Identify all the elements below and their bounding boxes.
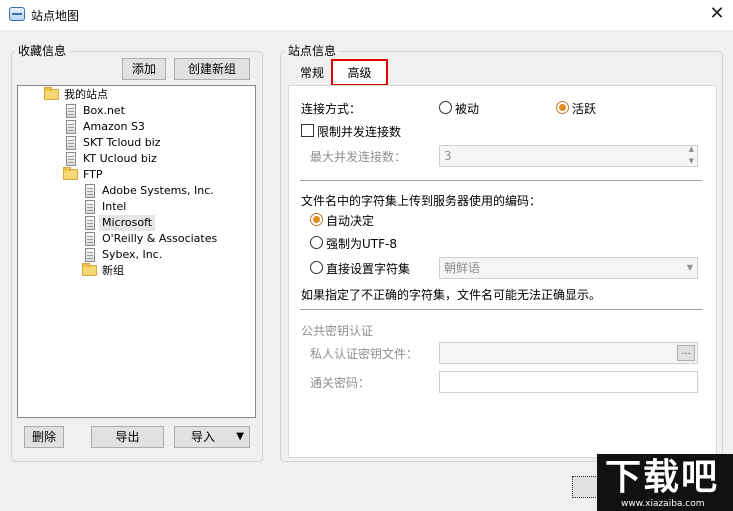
private-key-label: 私人认证密钥文件： <box>310 347 419 361</box>
server-icon <box>85 216 95 230</box>
server-icon <box>66 136 76 150</box>
title-bar: 站点地图 ✕ <box>0 0 733 30</box>
radio-charset-auto-label: 自动决定 <box>326 214 375 228</box>
browse-button[interactable]: ... <box>677 345 695 361</box>
limit-concurrent-checkbox[interactable] <box>301 124 314 137</box>
app-icon <box>9 7 25 21</box>
passphrase-label: 通关密码： <box>310 376 371 390</box>
pubkey-heading: 公共密钥认证 <box>301 324 374 338</box>
server-icon <box>66 152 76 166</box>
server-icon <box>66 120 76 134</box>
private-key-field[interactable]: ... <box>439 342 698 364</box>
radio-charset-custom-label: 直接设置字符集 <box>326 262 411 276</box>
add-button[interactable]: 添加 <box>122 58 166 80</box>
folder-icon <box>44 87 59 100</box>
window-title: 站点地图 <box>31 9 80 23</box>
watermark-title: 下载吧 <box>605 457 720 498</box>
server-icon <box>85 248 95 262</box>
radio-active-label: 活跃 <box>572 102 597 116</box>
delete-button[interactable]: 删除 <box>24 426 64 448</box>
spin-up-icon[interactable]: ▲ <box>689 143 694 155</box>
charset-warning: 如果指定了不正确的字符集，文件名可能无法正确显示。 <box>301 288 602 302</box>
limit-concurrent-label: 限制并发连接数 <box>317 125 402 139</box>
tab-advanced[interactable]: 高级 <box>331 59 388 86</box>
import-button[interactable]: 导入 ▼ <box>174 426 250 448</box>
site-info-group-label: 站点信息 <box>285 42 340 59</box>
server-icon <box>85 200 95 214</box>
charset-heading: 文件名中的字符集上传到服务器使用的编码： <box>301 194 542 208</box>
radio-charset-utf8-label: 强制为UTF-8 <box>326 237 397 251</box>
max-concurrent-value: 3 <box>444 149 452 163</box>
charset-select[interactable]: 朝鲜语 ▼ <box>439 257 698 279</box>
radio-charset-utf8[interactable] <box>310 236 323 249</box>
radio-charset-custom[interactable] <box>310 261 323 274</box>
create-group-button[interactable]: 创建新组 <box>174 58 250 80</box>
chevron-down-icon: ▼ <box>236 431 244 442</box>
folder-icon <box>63 167 78 180</box>
passphrase-field[interactable] <box>439 371 698 393</box>
import-button-label: 导入 <box>191 430 216 444</box>
spin-down-icon[interactable]: ▼ <box>689 155 694 167</box>
close-icon[interactable]: ✕ <box>706 3 728 25</box>
radio-active[interactable] <box>556 101 569 114</box>
watermark-url: www.xiazaiba.com <box>621 499 705 509</box>
divider <box>300 309 702 310</box>
tab-general[interactable]: 常规 <box>292 62 332 84</box>
radio-passive[interactable] <box>439 101 452 114</box>
export-button[interactable]: 导出 <box>91 426 164 448</box>
chevron-down-icon: ▼ <box>686 263 693 272</box>
charset-select-value: 朝鲜语 <box>444 261 481 275</box>
divider <box>300 180 702 181</box>
radio-charset-auto[interactable] <box>310 213 323 226</box>
favorites-group-label: 收藏信息 <box>15 42 70 59</box>
site-tree[interactable]: 我的站点 Box.net Amazon S3 SKT Tcloud biz KT… <box>17 85 256 418</box>
folder-icon <box>82 263 97 276</box>
server-icon <box>85 184 95 198</box>
connection-mode-label: 连接方式： <box>301 102 362 116</box>
server-icon <box>85 232 95 246</box>
max-concurrent-spinner[interactable]: 3 ▲ ▼ <box>439 145 698 167</box>
server-icon <box>66 104 76 118</box>
radio-passive-label: 被动 <box>455 102 480 116</box>
max-concurrent-label: 最大并发连接数： <box>310 150 407 164</box>
watermark-logo: 下载吧 www.xiazaiba.com <box>597 454 733 511</box>
